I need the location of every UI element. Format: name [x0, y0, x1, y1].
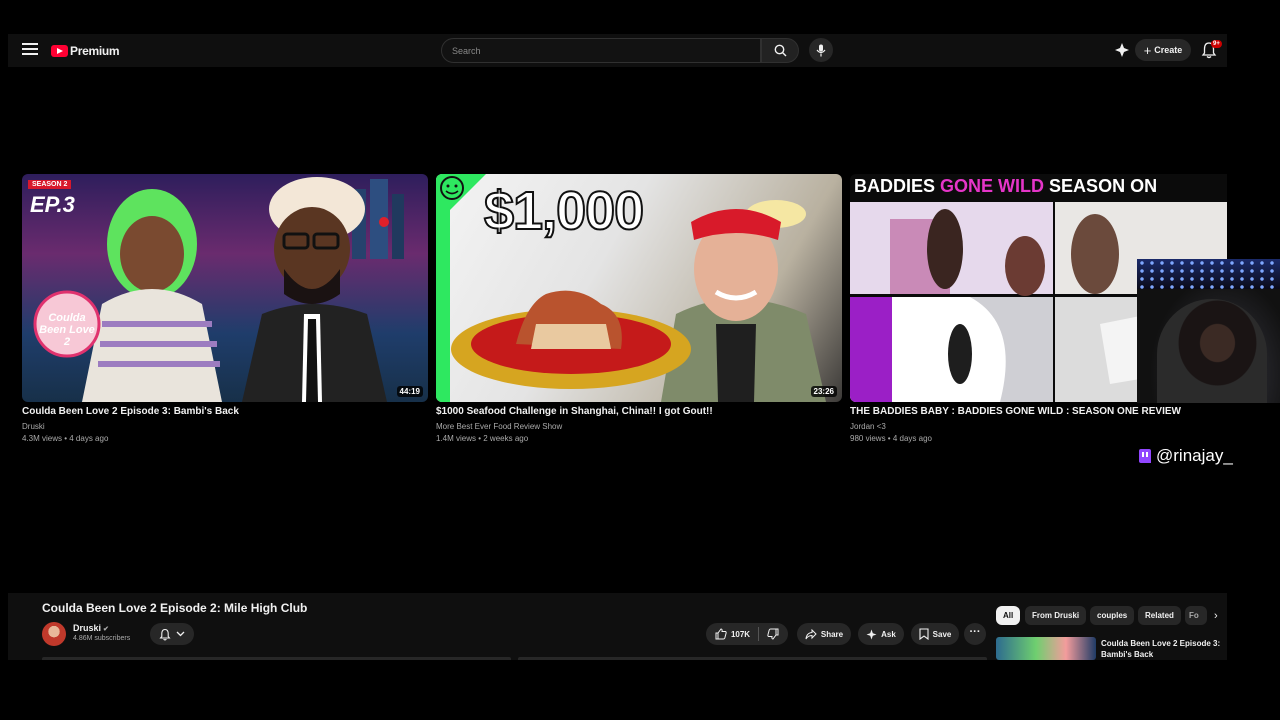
video-card[interactable]: $1,000 23:26 $1000 Seafood Challenge in …	[436, 174, 842, 443]
youtube-window: Premium + Create 9+	[8, 34, 1227, 660]
logo-text: Premium	[70, 44, 120, 58]
voice-search-button[interactable]	[809, 38, 833, 62]
thumbnail-price-text: $1,000	[483, 180, 645, 242]
bell-icon	[159, 628, 171, 640]
video-thumbnail[interactable]: $1,000 23:26	[436, 174, 842, 402]
channel-avatar[interactable]	[42, 622, 66, 646]
sparkle-icon	[866, 629, 877, 639]
video-title[interactable]: $1000 Seafood Challenge in Shanghai, Chi…	[436, 406, 842, 417]
thumbnail-show-logo: Coulda Been Love 2	[39, 312, 95, 348]
video-title[interactable]: Coulda Been Love 2 Episode 3: Bambi's Ba…	[22, 406, 428, 417]
twitch-handle: @rinajay_	[1156, 446, 1233, 465]
chip-all[interactable]: All	[996, 606, 1021, 625]
save-button[interactable]: Save	[911, 623, 959, 645]
like-divider	[758, 627, 760, 641]
video-metadata: 4.3M views • 4 days ago	[22, 434, 109, 443]
chevron-down-icon	[176, 631, 185, 637]
gemini-sparkle-icon[interactable]	[1114, 42, 1130, 58]
top-bar: Premium + Create 9+	[8, 34, 1227, 67]
subscription-bell-button[interactable]	[150, 623, 194, 645]
video-duration: 23:26	[810, 386, 837, 397]
watch-video-title: Coulda Been Love 2 Episode 2: Mile High …	[42, 601, 308, 615]
twitch-icon	[1139, 449, 1151, 463]
video-card[interactable]: SEASON 2 EP.3 Coulda Been Love 2 44:19 C…	[22, 174, 428, 443]
search-icon	[774, 44, 786, 57]
plus-icon: +	[1143, 42, 1152, 58]
video-channel[interactable]: Druski	[22, 422, 428, 431]
chip-couples[interactable]: couples	[1090, 606, 1135, 625]
chip-from-druski[interactable]: From Druski	[1025, 606, 1087, 625]
thumbnail-heading-part: SEASON ON	[1049, 176, 1158, 196]
create-button[interactable]: + Create	[1135, 39, 1191, 61]
thumbnail-heading: BADDIES GONE WILD SEASON ON	[854, 176, 1157, 197]
share-button[interactable]: Share	[797, 623, 851, 645]
webcam-overlay	[1137, 259, 1280, 403]
microphone-icon	[816, 44, 826, 56]
subscriber-count: 4.86M subscribers	[73, 635, 131, 642]
channel-name[interactable]: Druski	[73, 623, 101, 633]
chip-partial[interactable]: Fo	[1185, 606, 1207, 625]
video-title[interactable]: THE BADDIES BABY : BADDIES GONE WILD : S…	[850, 406, 1227, 417]
thumbnail-art	[33, 177, 404, 402]
thumbnail-heading-part: GONE WILD	[940, 176, 1045, 196]
search-button[interactable]	[761, 38, 799, 63]
hamburger-menu-icon[interactable]	[22, 43, 38, 57]
video-metadata: 1.4M views • 2 weeks ago	[436, 434, 529, 443]
comments-panel-edge	[518, 657, 987, 660]
channel-name-row[interactable]: Druski ✔	[73, 623, 109, 633]
chevron-right-icon[interactable]: ›	[1214, 610, 1218, 622]
thumbnail-episode-label: EP.3	[30, 192, 75, 217]
video-duration: 44:19	[396, 386, 423, 397]
verified-check-icon: ✔	[103, 626, 109, 633]
watch-page-strip: Coulda Been Love 2 Episode 2: Mile High …	[8, 593, 1227, 660]
video-metadata: 980 views • 4 days ago	[850, 434, 932, 443]
chip-related[interactable]: Related	[1138, 606, 1181, 625]
more-options-icon[interactable]: ···	[964, 623, 986, 645]
search-box[interactable]	[441, 38, 761, 63]
webcam-background-lights	[1137, 259, 1280, 289]
streamer-figure	[1157, 299, 1267, 403]
notification-badge: 9+	[1211, 40, 1222, 48]
like-dislike-group: 107K	[706, 623, 788, 645]
related-video-title[interactable]: Coulda Been Love 2 Episode 3: Bambi's Ba…	[1101, 638, 1226, 660]
youtube-play-icon	[51, 45, 68, 57]
create-label: Create	[1154, 45, 1183, 55]
youtube-premium-logo[interactable]: Premium	[51, 43, 120, 59]
description-panel-edge	[42, 657, 511, 660]
share-label: Share	[820, 629, 844, 639]
bookmark-icon	[919, 628, 929, 640]
ask-label: Ask	[881, 629, 896, 639]
video-channel[interactable]: Jordan <3	[850, 422, 1227, 431]
share-icon	[805, 628, 817, 639]
ask-button[interactable]: Ask	[858, 623, 904, 645]
dislike-icon[interactable]	[767, 628, 779, 640]
twitch-handle-overlay: @rinajay_	[1139, 446, 1233, 466]
like-icon[interactable]	[715, 628, 727, 640]
save-label: Save	[932, 629, 952, 639]
video-thumbnail[interactable]: SEASON 2 EP.3 Coulda Been Love 2 44:19	[22, 174, 428, 402]
related-video-thumbnail[interactable]	[996, 637, 1096, 660]
like-count[interactable]: 107K	[731, 630, 750, 639]
search-input[interactable]	[442, 39, 760, 62]
video-channel[interactable]: More Best Ever Food Review Show	[436, 422, 842, 431]
thumbnail-heading-part: BADDIES	[854, 176, 936, 196]
thumbnail-season-label: SEASON 2	[28, 180, 72, 189]
